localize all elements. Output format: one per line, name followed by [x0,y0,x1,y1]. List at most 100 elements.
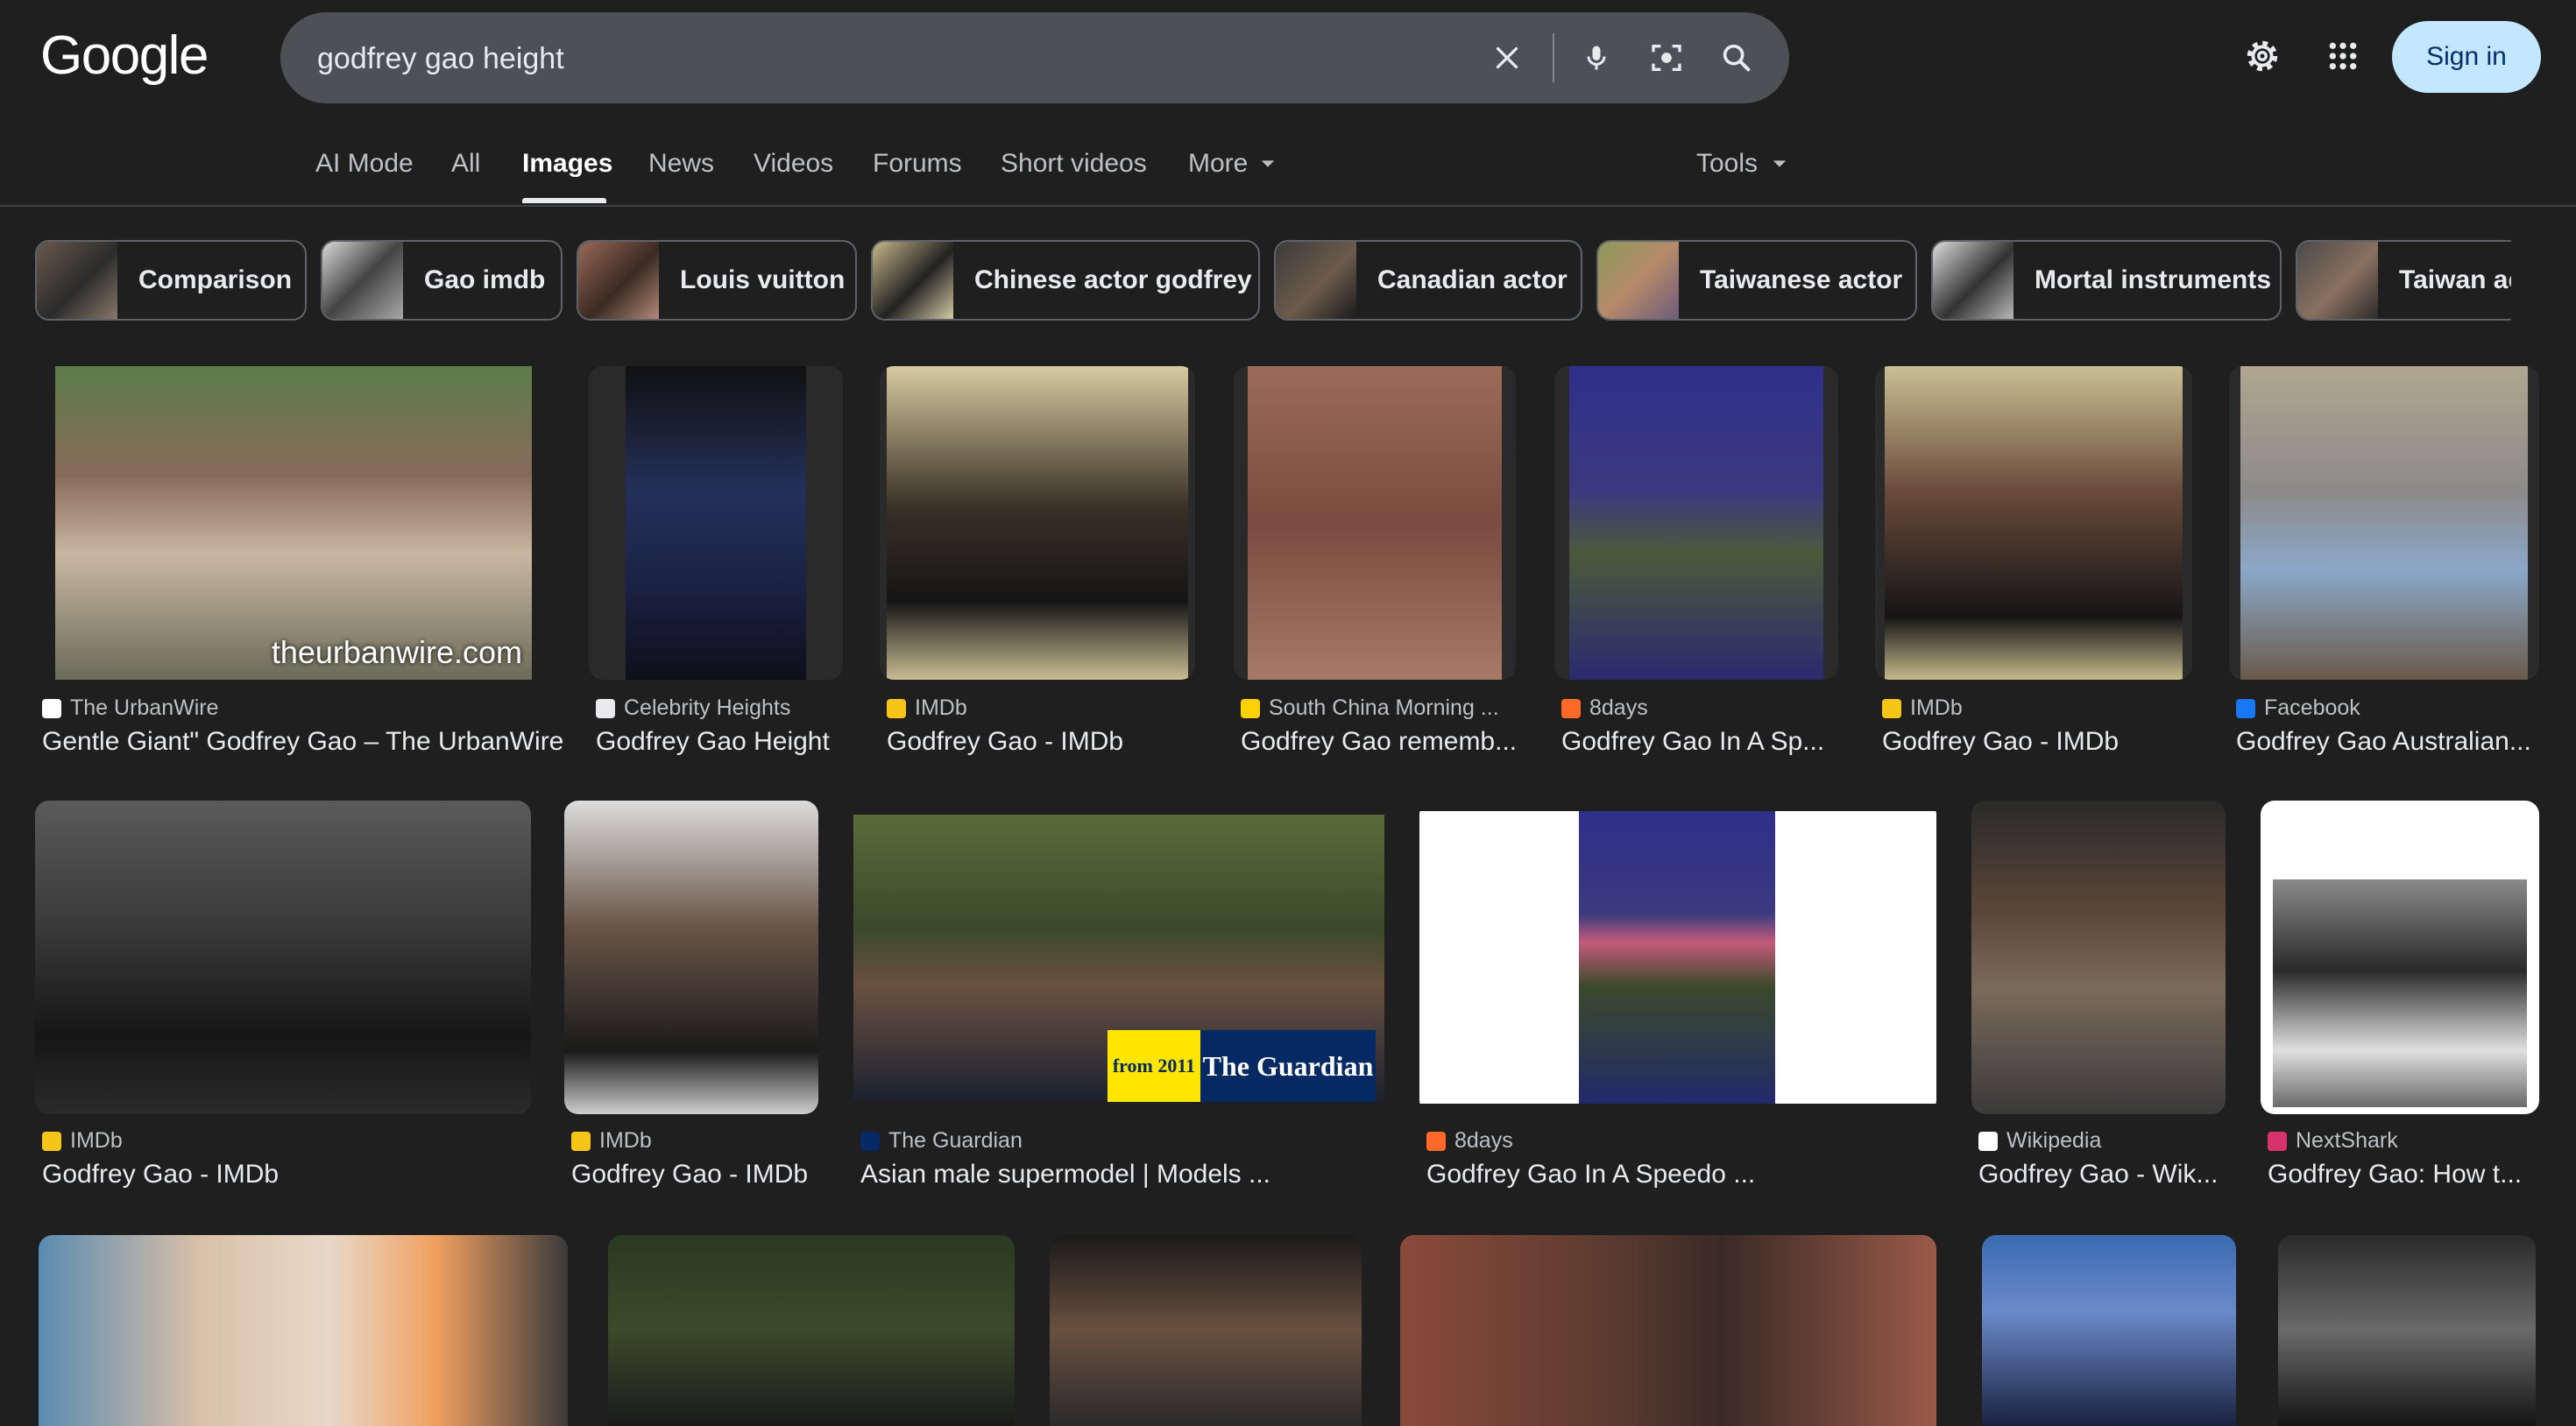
result-source[interactable]: Facebook [2236,695,2360,721]
source-name: IMDb [70,1128,123,1153]
clear-icon[interactable] [1490,40,1525,75]
result-thumbnail[interactable] [589,366,843,680]
guardian-badge-year: from 2011 [1108,1030,1200,1102]
result-source[interactable]: IMDb [42,1128,123,1154]
microphone-icon[interactable] [1579,40,1614,75]
search-input[interactable] [315,12,1370,105]
result-source[interactable]: Celebrity Heights [596,695,790,721]
result-title[interactable]: Godfrey Gao: How t... [2268,1160,2546,1190]
search-box[interactable] [280,12,1789,105]
result-source[interactable]: Wikipedia [1978,1128,2101,1154]
result-photo [1971,801,2226,1114]
tab-ai-mode[interactable]: AI Mode [315,149,414,179]
result-thumbnail[interactable] [1982,1235,2236,1426]
source-favicon [860,1131,880,1151]
result-thumbnail[interactable] [1234,366,1516,680]
result-thumbnail[interactable] [608,1235,1015,1426]
tab-videos[interactable]: Videos [754,149,833,179]
result-title[interactable]: Godfrey Gao In A Sp... [1561,727,1845,757]
result-source[interactable]: IMDb [571,1128,652,1154]
result-source[interactable]: 8days [1426,1128,1513,1154]
result-title[interactable]: Godfrey Gao - IMDb [887,727,1202,757]
result-photo [1885,366,2183,680]
source-name: South China Morning ... [1269,695,1499,720]
source-name: 8days [1454,1128,1513,1153]
result-title[interactable]: Godfrey Gao Height [596,727,850,757]
sign-in-button[interactable]: Sign in [2392,21,2541,93]
result-thumbnail[interactable] [1400,1235,1936,1426]
result-thumbnail[interactable] [880,366,1195,680]
result-photo [2240,366,2528,680]
result-source[interactable]: The Guardian [860,1128,1023,1154]
result-thumbnail[interactable] [1419,801,1936,1114]
result-thumbnail[interactable] [35,801,531,1114]
result-source[interactable]: South China Morning ... [1241,695,1499,721]
chip-thumbnail [1276,242,1356,319]
result-photo [35,801,531,1114]
guardian-badge: from 2011 The Guardian [1108,1030,1376,1102]
result-thumbnail[interactable] [1554,366,1838,680]
chip-gao-imdb[interactable]: Gao imdb [321,240,563,321]
result-thumbnail[interactable]: theurbanwire.com [35,366,552,680]
result-thumbnail[interactable] [2278,1235,2536,1426]
chip-mortal-instruments[interactable]: Mortal instruments [1931,240,2282,321]
tab-images[interactable]: Images [522,149,612,179]
active-tab-indicator [522,198,606,203]
camera-search-icon[interactable] [1649,40,1684,75]
apps-grid-icon[interactable] [2320,33,2366,79]
search-icon[interactable] [1719,40,1754,75]
result-title[interactable]: Godfrey Gao In A Speedo ... [1426,1160,1943,1190]
result-thumbnail[interactable] [2261,801,2539,1114]
tab-news[interactable]: News [648,149,714,179]
result-title[interactable]: Godfrey Gao rememb... [1241,727,1523,757]
result-photo [1248,366,1502,680]
result-thumbnail[interactable] [39,1235,568,1426]
result-thumbnail[interactable] [1875,366,2192,680]
guardian-badge-name: The Guardian [1200,1030,1376,1102]
source-name: Wikipedia [2006,1128,2102,1153]
tab-forums[interactable]: Forums [873,149,962,179]
result-source[interactable]: NextShark [2268,1128,2398,1154]
tools-button[interactable]: Tools [1696,149,1787,179]
chip-comparison[interactable]: Comparison [35,240,307,321]
result-title[interactable]: Godfrey Gao - IMDb [42,1160,538,1190]
chip-chinese-actor-godfrey[interactable]: Chinese actor godfrey [871,240,1260,321]
chip-taiwan-actor[interactable]: Taiwan ac [2296,240,2511,321]
chip-canadian-actor[interactable]: Canadian actor [1274,240,1582,321]
result-source[interactable]: 8days [1561,695,1648,721]
source-favicon [887,698,906,718]
tab-all[interactable]: All [451,149,480,179]
source-name: NextShark [2296,1128,2398,1153]
result-title[interactable]: Godfrey Gao - IMDb [571,1160,825,1190]
tab-more[interactable]: More [1188,149,1248,179]
result-thumbnail[interactable] [1050,1235,1362,1426]
result-title[interactable]: Godfrey Gao - Wik... [1978,1160,2233,1190]
result-thumbnail[interactable] [564,801,818,1114]
result-source[interactable]: IMDb [1882,695,1963,721]
result-photo [2273,879,2527,1107]
chip-label: Taiwanese actor [1700,265,1903,294]
result-title[interactable]: Godfrey Gao - IMDb [1882,727,2199,757]
header-divider [0,205,2576,207]
chip-label: Chinese actor godfrey [974,265,1252,294]
result-title[interactable]: Godfrey Gao Australian... [2236,727,2536,757]
settings-gear-icon[interactable] [2240,33,2285,79]
source-favicon [1426,1131,1446,1151]
source-name: Celebrity Heights [624,695,791,720]
result-title[interactable]: Asian male supermodel | Models ... [860,1160,1391,1190]
more-dropdown-icon [1260,156,1276,176]
google-logo[interactable]: Google [40,25,209,87]
result-source[interactable]: The UrbanWire [42,695,219,721]
source-favicon [42,1131,61,1151]
chip-taiwanese-actor[interactable]: Taiwanese actor [1596,240,1917,321]
tab-short-videos[interactable]: Short videos [1001,149,1147,179]
related-search-chips: Comparison Gao imdb Louis vuitton Chines… [35,240,2511,324]
result-thumbnail[interactable] [1971,801,2226,1114]
result-title[interactable]: Gentle Giant" Godfrey Gao – The UrbanWir… [42,727,568,757]
result-source[interactable]: IMDb [887,695,967,721]
source-name: IMDb [599,1128,652,1153]
result-thumbnail[interactable] [2229,366,2539,680]
result-thumbnail[interactable]: from 2011 The Guardian [853,801,1384,1114]
chip-louis-vuitton[interactable]: Louis vuitton [577,240,857,321]
chips-scroll-fade [2506,236,2576,328]
